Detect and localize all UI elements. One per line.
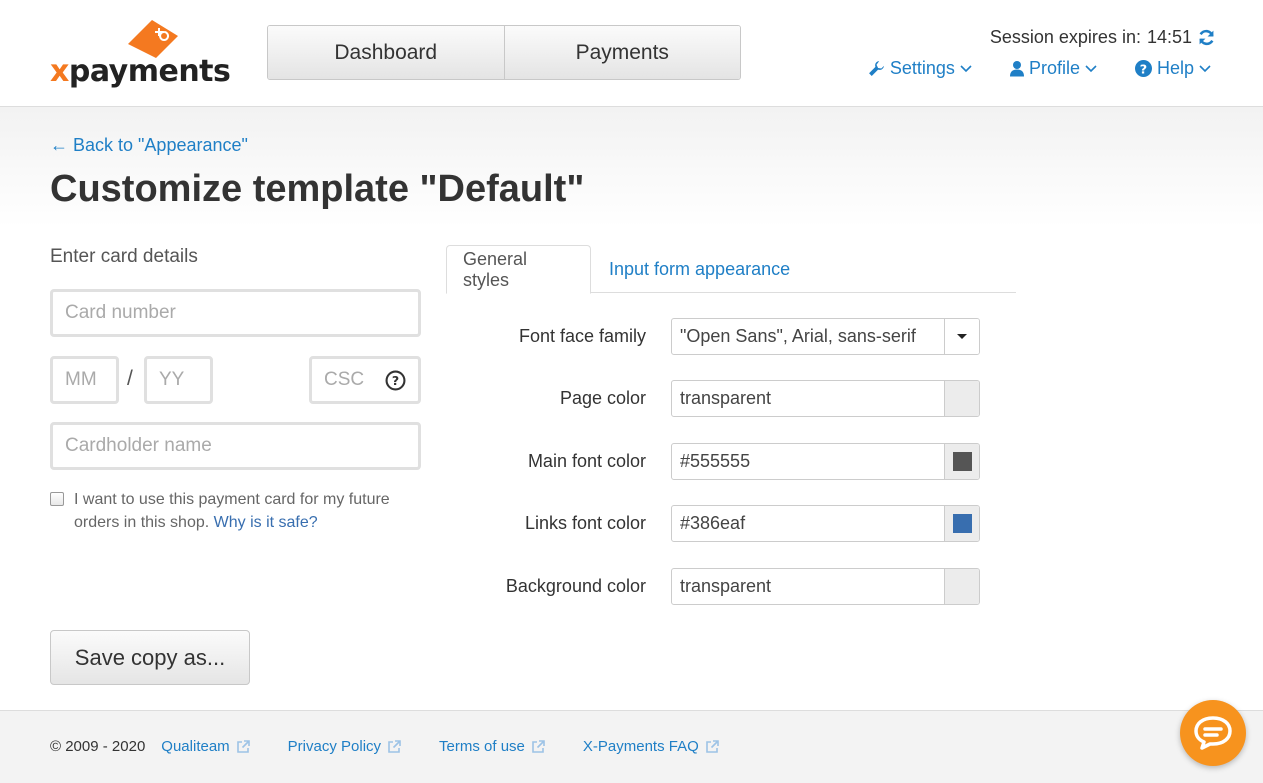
chevron-down-icon — [1085, 64, 1097, 72]
qualiteam-label: Qualiteam — [161, 738, 230, 755]
user-icon — [1009, 61, 1024, 77]
main-font-color-picker[interactable] — [944, 444, 979, 479]
back-to-appearance-link[interactable]: ← Back to "Appearance" — [50, 135, 248, 156]
xpayments-logo[interactable]: xpayments — [50, 18, 231, 89]
card-number-input[interactable]: Card number — [50, 289, 421, 337]
nav-dashboard-button[interactable]: Dashboard — [268, 26, 504, 79]
expiry-year-input[interactable]: YY — [144, 356, 213, 404]
help-label: Help — [1156, 58, 1194, 78]
footer: © 2009 - 2020 Qualiteam Privacy Policy T… — [0, 710, 1263, 783]
main-font-color-label: Main font color — [527, 451, 646, 471]
external-link-icon — [705, 739, 719, 753]
color-swatch — [952, 514, 972, 533]
dropdown-toggle[interactable] — [944, 319, 979, 354]
chat-button[interactable] — [1180, 700, 1246, 766]
color-swatch — [952, 452, 972, 471]
page-color-swatch[interactable] — [944, 381, 979, 416]
question-circle-icon[interactable]: ? — [385, 370, 406, 391]
main-font-color-input[interactable]: #555555 — [671, 443, 980, 480]
settings-menu[interactable]: Settings — [868, 58, 972, 79]
faq-link[interactable]: X-Payments FAQ — [583, 738, 719, 755]
page-title: Customize template "Default" — [50, 168, 585, 210]
expiry-separator: / — [127, 367, 133, 390]
page-color-label: Page color — [559, 388, 646, 408]
svg-text:?: ? — [392, 373, 399, 388]
main-nav: Dashboard Payments — [267, 25, 741, 80]
expiry-month-placeholder: MM — [65, 369, 97, 390]
session-timer: Session expires in: 14:51 — [990, 27, 1215, 48]
external-link-icon — [236, 739, 250, 753]
card-form-heading: Enter card details — [50, 246, 198, 267]
logo-wordmark: xpayments — [50, 54, 231, 89]
external-link-icon — [388, 739, 401, 753]
footer-links: © 2009 - 2020 Qualiteam Privacy Policy T… — [50, 738, 757, 755]
main-font-color-value: #555555 — [680, 451, 751, 471]
wrench-icon — [868, 61, 884, 76]
links-font-color-value: #386eaf — [680, 513, 746, 533]
nav-payments-button[interactable]: Payments — [503, 26, 740, 79]
privacy-policy-link[interactable]: Privacy Policy — [288, 738, 401, 755]
question-circle-icon: ? — [1134, 60, 1152, 77]
csc-placeholder: CSC — [324, 369, 365, 390]
terms-label: Terms of use — [439, 738, 525, 755]
links-font-color-input[interactable]: #386eaf — [671, 505, 980, 542]
faq-label: X-Payments FAQ — [582, 738, 699, 755]
page-color-input[interactable]: transparent — [671, 380, 980, 417]
session-label: Session expires in: — [989, 27, 1141, 47]
privacy-label: Privacy Policy — [287, 738, 382, 755]
font-family-label: Font face family — [518, 326, 646, 346]
font-family-select[interactable]: "Open Sans", Arial, sans-serif — [671, 318, 980, 355]
font-family-value: "Open Sans", Arial, sans-serif — [680, 326, 916, 346]
external-link-icon — [532, 739, 545, 753]
chat-bubble-icon — [1194, 716, 1232, 750]
tab-input-form-appearance[interactable]: Input form appearance — [593, 245, 806, 293]
background-color-value: transparent — [680, 576, 772, 596]
card-number-placeholder: Card number — [65, 302, 176, 323]
csc-input[interactable]: CSC ? — [309, 356, 421, 404]
help-menu[interactable]: ? Help — [1134, 58, 1211, 79]
profile-label: Profile — [1028, 58, 1080, 78]
background-color-input[interactable]: transparent — [671, 568, 980, 605]
cardholder-name-input[interactable]: Cardholder name — [50, 422, 421, 470]
background-color-label: Background color — [505, 576, 646, 596]
chevron-down-icon — [1199, 64, 1211, 72]
caret-down-icon — [957, 334, 967, 339]
terms-of-use-link[interactable]: Terms of use — [439, 738, 545, 755]
expiry-year-placeholder: YY — [159, 369, 185, 390]
save-card-label: I want to use this payment card for my f… — [74, 488, 410, 534]
style-tabs: General styles Input form appearance — [446, 245, 1016, 294]
links-font-color-label: Links font color — [524, 513, 646, 533]
save-card-option: I want to use this payment card for my f… — [50, 488, 410, 534]
links-font-color-picker[interactable] — [944, 506, 979, 541]
why-is-it-safe-link[interactable]: Why is it safe? — [214, 514, 318, 531]
copyright: © 2009 - 2020 — [50, 738, 146, 755]
expiry-month-input[interactable]: MM — [50, 356, 119, 404]
profile-menu[interactable]: Profile — [1009, 58, 1097, 79]
svg-text:?: ? — [1140, 62, 1147, 77]
session-time: 14:51 — [1146, 27, 1192, 47]
refresh-icon[interactable] — [1198, 29, 1215, 46]
background-color-swatch[interactable] — [944, 569, 979, 604]
save-card-checkbox[interactable] — [50, 492, 64, 506]
tab-general-styles[interactable]: General styles — [446, 245, 591, 294]
cardholder-name-placeholder: Cardholder name — [65, 435, 212, 456]
qualiteam-link[interactable]: Qualiteam — [161, 738, 250, 755]
save-copy-as-button[interactable]: Save copy as... — [50, 630, 250, 685]
settings-label: Settings — [889, 58, 955, 78]
header: xpayments Dashboard Payments Session exp… — [0, 0, 1263, 107]
page-color-value: transparent — [680, 388, 772, 408]
top-menu: Settings Profile ? Help — [868, 58, 1211, 79]
chevron-down-icon — [960, 64, 972, 72]
